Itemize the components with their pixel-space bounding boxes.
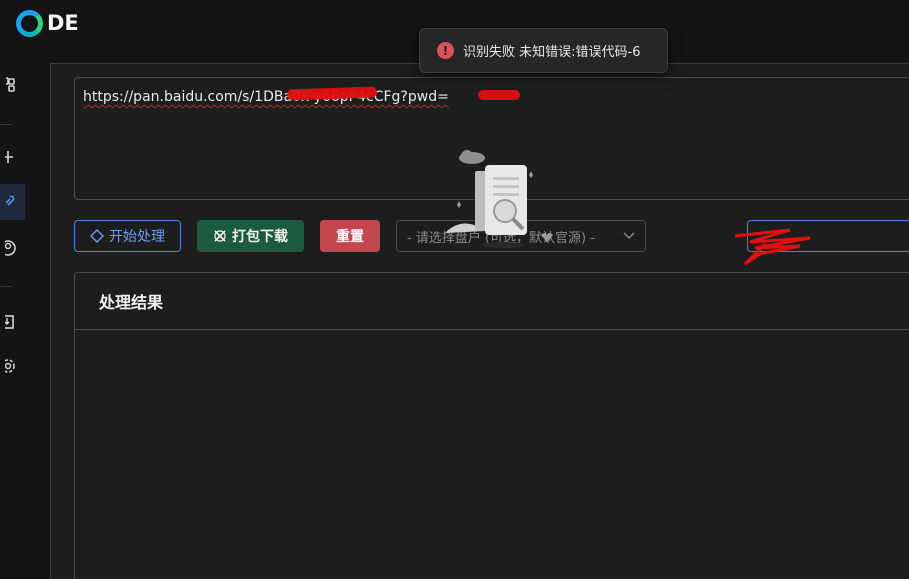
start-processing-label: 开始处理 (109, 229, 165, 245)
download-icon[interactable] (0, 304, 25, 340)
start-processing-button[interactable]: 开始处理 (74, 220, 181, 252)
gear-icon[interactable] (0, 348, 25, 384)
reset-button[interactable]: 重置 (320, 220, 380, 252)
sidebar-divider (0, 286, 12, 287)
chevron-down-icon (623, 232, 635, 239)
diamond-icon (90, 229, 104, 243)
pack-download-label: 打包下载 (232, 229, 288, 245)
user-circle-icon[interactable] (0, 230, 25, 266)
sidebar (0, 46, 38, 579)
redaction-mark (478, 90, 520, 100)
reset-label: 重置 (336, 229, 364, 245)
empty-state-illustration (445, 150, 553, 248)
result-title: 处理结果 (75, 273, 909, 330)
plus-icon[interactable] (0, 139, 25, 175)
logo-text: DE (47, 11, 79, 35)
package-icon (214, 230, 226, 242)
toast-message: 识别失败 未知错误:错误代码-6 (463, 45, 641, 60)
app-logo[interactable]: DE (16, 9, 79, 37)
error-toast: ! 识别失败 未知错误:错误代码-6 (419, 28, 668, 73)
logo-ring-icon (16, 9, 43, 37)
link-icon[interactable] (0, 184, 25, 220)
url-input-text: https://pan.baidu.com/s/1DBa0x y66pP4cCF… (83, 89, 449, 105)
pack-download-button[interactable]: 打包下载 (197, 220, 304, 252)
result-card: 处理结果 (74, 272, 909, 579)
sidebar-divider (0, 124, 12, 125)
error-icon: ! (437, 42, 454, 59)
redaction-scribble (734, 228, 811, 266)
grid-icon[interactable] (0, 67, 25, 103)
